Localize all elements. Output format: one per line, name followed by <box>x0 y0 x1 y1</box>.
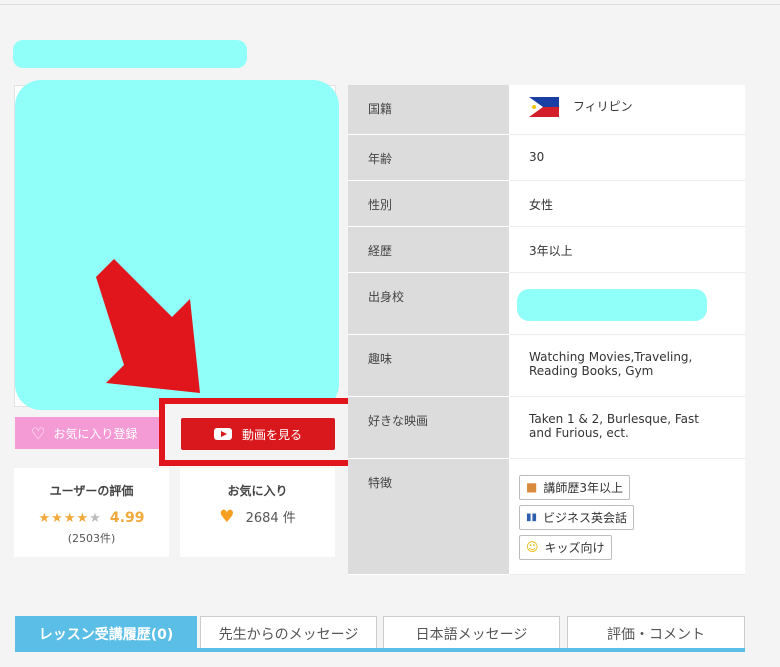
movie-key: 好きな映画 <box>348 396 509 458</box>
school-key: 出身校 <box>348 272 509 334</box>
hobby-value: Watching Movies,Traveling, Reading Books… <box>509 334 745 397</box>
teacher-name-redaction <box>13 40 247 68</box>
age-key: 年齢 <box>348 134 509 180</box>
favorite-register-button[interactable]: ♡ お気に入り登録 <box>15 417 163 449</box>
favorites-count: 2684 件 <box>245 511 296 526</box>
age-value: 30 <box>509 134 745 181</box>
nationality-key: 国籍 <box>348 85 509 134</box>
gender-value: 女性 <box>509 180 745 227</box>
watch-video-label: 動画を見る <box>241 427 302 442</box>
row-experience: 経歴 3年以上 <box>348 226 745 273</box>
favorite-register-label: お気に入り登録 <box>53 426 138 441</box>
tab-lesson-history[interactable]: レッスン受講履歴(0) <box>15 616 197 650</box>
hobby-key: 趣味 <box>348 334 509 396</box>
feature-tag-kids: ☺ キッズ向け <box>519 534 612 560</box>
box-icon: ■ <box>526 480 538 494</box>
row-school: 出身校 <box>348 272 745 335</box>
red-arrow-annotation <box>96 259 200 393</box>
tab-reviews[interactable]: 評価・コメント <box>567 616 745 650</box>
movie-value: Taken 1 & 2, Burlesque, Fast and Furious… <box>509 396 745 459</box>
heart-icon: ♥ <box>219 507 235 527</box>
feature-tag-experience: ■ 講師歴3年以上 <box>519 474 630 500</box>
row-age: 年齢 30 <box>348 134 745 181</box>
philippines-flag-icon <box>529 97 559 117</box>
feature-tag-label: ビジネス英会話 <box>543 510 628 525</box>
gender-key: 性別 <box>348 180 509 226</box>
smile-icon: ☺ <box>526 540 539 554</box>
school-redaction <box>517 288 707 321</box>
feature-tag-label: キッズ向け <box>544 540 605 555</box>
experience-key: 経歴 <box>348 226 509 272</box>
tab-bar: レッスン受講履歴(0) 先生からのメッセージ 日本語メッセージ 評価・コメント <box>15 616 745 652</box>
row-features: 特徴 ■ 講師歴3年以上 ▮▮ ビジネス英会話 ☺ キッズ向け <box>348 458 745 575</box>
profile-table: 国籍 フィリピン 年齢 30 性別 女性 経歴 3年以上 出身校 趣味 Watc… <box>348 85 745 575</box>
feature-tag-label: 講師歴3年以上 <box>543 480 623 495</box>
star-rating-icon: ★★★★★ <box>38 511 102 526</box>
rating-title: ユーザーの評価 <box>49 484 134 498</box>
heart-outline-icon: ♡ <box>31 423 46 443</box>
tab-underline <box>15 648 745 652</box>
favorites-card: お気に入り ♥ 2684 件 <box>180 468 335 557</box>
experience-value: 3年以上 <box>509 226 745 273</box>
play-icon <box>213 428 232 440</box>
favorites-title: お気に入り <box>227 484 288 498</box>
rating-score: 4.99 <box>109 510 145 526</box>
features-key: 特徴 <box>348 458 509 574</box>
building-icon: ▮▮ <box>526 511 538 523</box>
row-gender: 性別 女性 <box>348 180 745 227</box>
row-hobby: 趣味 Watching Movies,Traveling, Reading Bo… <box>348 334 745 397</box>
feature-tag-business: ▮▮ ビジネス英会話 <box>519 504 635 530</box>
rating-count: (2503件) <box>67 532 116 545</box>
top-divider <box>0 4 780 5</box>
row-nationality: 国籍 フィリピン <box>348 85 745 135</box>
tab-teacher-messages[interactable]: 先生からのメッセージ <box>200 616 377 650</box>
tab-japanese-messages[interactable]: 日本語メッセージ <box>383 616 560 650</box>
row-movie: 好きな映画 Taken 1 & 2, Burlesque, Fast and F… <box>348 396 745 459</box>
rating-card: ユーザーの評価 ★★★★★ 4.99 (2503件) <box>14 468 169 557</box>
watch-video-button[interactable]: 動画を見る <box>181 418 335 450</box>
nationality-value: フィリピン <box>572 99 633 114</box>
